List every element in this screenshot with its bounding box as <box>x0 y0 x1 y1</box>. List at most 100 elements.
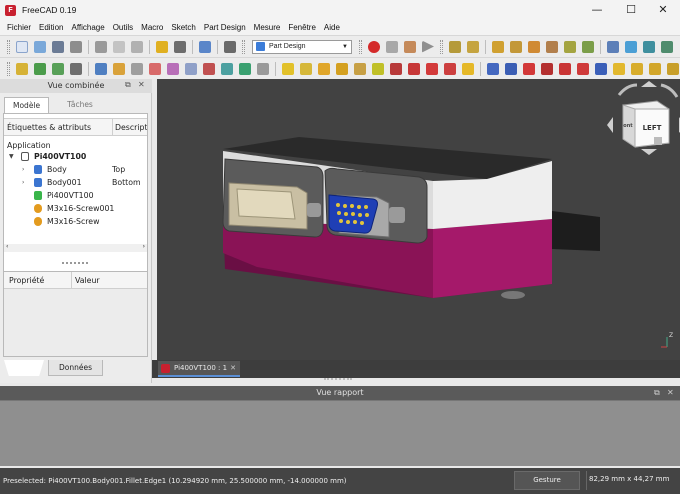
measure-distance-icon[interactable] <box>221 62 233 75</box>
record-macro-icon[interactable] <box>368 40 380 53</box>
serial-screw[interactable] <box>307 203 321 217</box>
part-icon[interactable] <box>239 62 251 75</box>
tree-item-body[interactable]: › Body Top <box>4 163 147 176</box>
serial-connector-face[interactable] <box>236 188 296 220</box>
pipe-icon[interactable] <box>444 62 456 75</box>
tree-item-document[interactable]: ▼ Pi400VT100 <box>4 150 147 163</box>
tab-taches[interactable]: Tâches <box>59 97 101 113</box>
menu-aide[interactable]: Aide <box>320 23 344 32</box>
tab-vue[interactable] <box>4 360 44 376</box>
additive-primitive-icon[interactable] <box>462 62 474 75</box>
chevron-down-icon[interactable]: ▼ <box>9 150 14 163</box>
report-splitter[interactable] <box>324 378 352 382</box>
toolbar-grip[interactable] <box>359 39 362 54</box>
bottom-view-icon[interactable] <box>185 62 197 75</box>
chevron-right-icon[interactable]: › <box>22 163 24 176</box>
new-document-icon[interactable] <box>16 40 28 53</box>
fillet-icon[interactable] <box>613 62 625 75</box>
navcube-arrow-up-icon[interactable] <box>641 81 657 87</box>
navcube-arrow-left-icon[interactable] <box>607 117 613 133</box>
axo-view-icon[interactable] <box>95 62 107 75</box>
toolbar-grip[interactable] <box>7 39 10 54</box>
stop-macro-icon[interactable] <box>386 40 398 53</box>
navcube-rotate-left-icon[interactable] <box>617 83 638 96</box>
scroll-right-icon[interactable]: › <box>143 243 145 250</box>
tree-item-screw001[interactable]: M3x16-Screw001 <box>4 202 147 215</box>
measure-refresh-icon[interactable] <box>528 40 540 53</box>
measure-clear-icon[interactable] <box>546 40 558 53</box>
pocket-icon[interactable] <box>487 62 499 75</box>
navigation-style-button[interactable]: Gesture <box>514 471 580 490</box>
tab-modele[interactable]: Modèle <box>4 97 50 113</box>
sync-view-icon[interactable] <box>70 62 82 75</box>
groove-icon[interactable] <box>523 62 535 75</box>
float-panel-icon[interactable]: ⧉ <box>125 80 131 90</box>
menu-outils[interactable]: Outils <box>109 23 137 32</box>
print-icon[interactable] <box>70 40 82 53</box>
subtractive-primitive-icon[interactable] <box>577 62 589 75</box>
right-view-icon[interactable] <box>149 62 161 75</box>
report-view-area[interactable] <box>0 400 680 466</box>
toolbar-grip[interactable] <box>7 61 10 76</box>
undo-icon[interactable] <box>156 40 168 53</box>
minimize-button[interactable]: — <box>580 0 614 20</box>
menu-affichage[interactable]: Affichage <box>67 23 108 32</box>
draw-style-icon[interactable] <box>52 62 64 75</box>
chamfer-icon[interactable] <box>631 62 643 75</box>
panel-splitter[interactable] <box>62 262 88 265</box>
scroll-left-icon[interactable]: ‹ <box>6 243 8 250</box>
validate-sketch-icon[interactable] <box>318 62 330 75</box>
datum-plane-icon[interactable] <box>372 62 384 75</box>
navcube-arrow-down-icon[interactable] <box>641 149 657 155</box>
view-std-icon[interactable] <box>661 40 673 53</box>
close-panel-icon[interactable]: ✕ <box>138 80 145 89</box>
navcube-menu-icon[interactable] <box>654 137 662 145</box>
redo-icon[interactable] <box>174 40 186 53</box>
mirrored-icon[interactable] <box>595 62 607 75</box>
hole-icon[interactable] <box>505 62 517 75</box>
fit-selection-icon[interactable] <box>34 62 46 75</box>
measure-angular-icon[interactable] <box>510 40 522 53</box>
menu-macro[interactable]: Macro <box>137 23 167 32</box>
fit-all-icon[interactable] <box>16 62 28 75</box>
paste-icon[interactable] <box>131 40 143 53</box>
ribbon-connector[interactable] <box>552 211 600 251</box>
close-button[interactable]: ✕ <box>646 0 680 20</box>
datum-line-icon[interactable] <box>354 62 366 75</box>
subtractive-loft-icon[interactable] <box>541 62 553 75</box>
tree-item-body001[interactable]: › Body001 Bottom <box>4 176 147 189</box>
whats-this-icon[interactable] <box>224 40 236 53</box>
zoom-icon[interactable] <box>625 40 637 53</box>
tree-col-description[interactable]: Description <box>112 119 147 136</box>
measure-toggle-icon[interactable] <box>564 40 576 53</box>
close-tab-icon[interactable]: ✕ <box>230 361 236 376</box>
toolbar-grip[interactable] <box>440 39 443 54</box>
property-col-value[interactable]: Valeur <box>71 272 100 289</box>
menu-edition[interactable]: Edition <box>35 23 67 32</box>
menu-part-design[interactable]: Part Design <box>200 23 250 32</box>
navcube-side-label[interactable]: ont <box>623 123 633 129</box>
navcube-face-label[interactable]: LEFT <box>643 124 662 132</box>
tab-donnees[interactable]: Données <box>48 360 104 376</box>
subtractive-pipe-icon[interactable] <box>559 62 571 75</box>
view-style-icon[interactable] <box>643 40 655 53</box>
menu-sketch[interactable]: Sketch <box>167 23 199 32</box>
measure-icon[interactable] <box>467 40 479 53</box>
tree-item-part[interactable]: Pi400VT100 <box>4 189 147 202</box>
navcube-rotate-right-icon[interactable] <box>660 83 679 98</box>
loft-icon[interactable] <box>426 62 438 75</box>
navigation-cube[interactable]: LEFT ont <box>622 100 670 148</box>
workbench-selector[interactable]: Part Design ▼ <box>252 39 352 54</box>
3d-viewport[interactable]: LEFT ont Z <box>157 79 680 360</box>
menu-mesure[interactable]: Mesure <box>250 23 285 32</box>
sketch-icon[interactable] <box>300 62 312 75</box>
top-view-icon[interactable] <box>131 62 143 75</box>
pad-icon[interactable] <box>390 62 402 75</box>
property-col-name[interactable]: Propriété <box>9 272 44 289</box>
toolbar-grip[interactable] <box>242 39 245 54</box>
front-view-icon[interactable] <box>113 62 125 75</box>
tree-horizontal-scrollbar[interactable]: ‹ › <box>4 243 147 252</box>
foot[interactable] <box>501 291 525 299</box>
datum-point-icon[interactable] <box>336 62 348 75</box>
measure-linear-icon[interactable] <box>492 40 504 53</box>
